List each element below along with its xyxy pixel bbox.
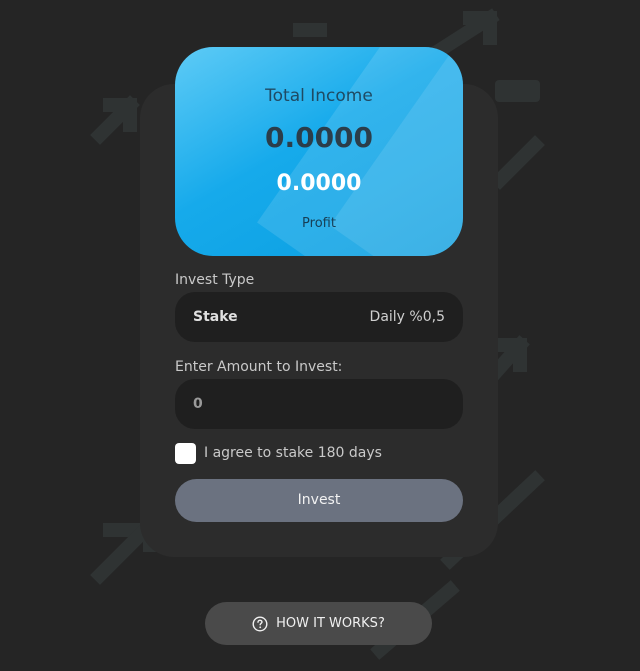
agree-label: I agree to stake 180 days <box>204 445 382 461</box>
how-it-works-button[interactable]: HOW IT WORKS? <box>205 602 432 645</box>
total-income-value: 0.0000 <box>264 121 374 154</box>
amount-field-wrapper <box>175 379 463 429</box>
profit-value: 0.0000 <box>276 171 362 196</box>
invest-type-label: Invest Type <box>175 272 255 288</box>
invest-type-rate: Daily %0,5 <box>369 309 445 325</box>
agree-checkbox[interactable] <box>175 443 196 464</box>
arrow-up-right-icon <box>490 135 545 190</box>
arrow-up-right-icon <box>90 95 140 145</box>
total-income-title: Total Income <box>265 86 373 106</box>
invest-button[interactable]: Invest <box>175 479 463 522</box>
question-circle-icon <box>252 615 268 632</box>
how-it-works-label: HOW IT WORKS? <box>276 616 385 631</box>
invest-type-select[interactable]: Stake Daily %0,5 <box>175 292 463 342</box>
arrow-up-right-icon <box>430 8 500 60</box>
amount-input[interactable] <box>175 379 463 429</box>
profit-label: Profit <box>302 216 336 231</box>
total-income-card: Total Income 0.0000 0.0000 Profit <box>175 47 463 256</box>
amount-label: Enter Amount to Invest: <box>175 359 343 375</box>
invest-type-name: Stake <box>193 309 238 325</box>
